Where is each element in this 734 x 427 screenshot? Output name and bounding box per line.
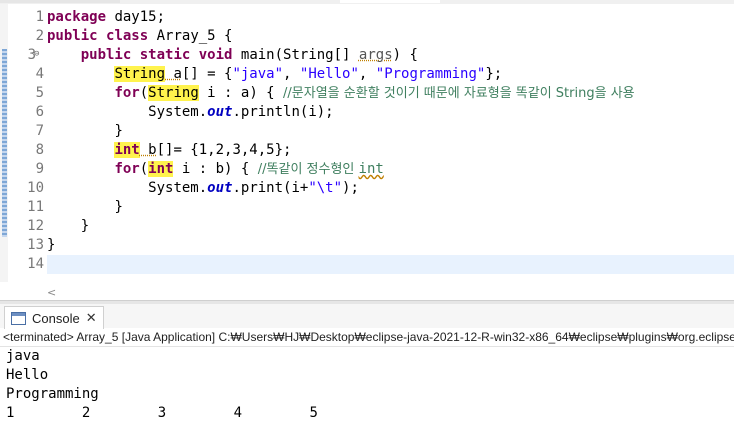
line-number: 11 bbox=[27, 199, 44, 215]
code-area[interactable]: package day15; public class Array_5 { pu… bbox=[47, 4, 734, 282]
keyword: for bbox=[114, 161, 140, 177]
code-line-8[interactable]: int b[]= {1,2,3,4,5}; bbox=[47, 141, 291, 160]
code-text: i : a) { bbox=[198, 85, 284, 101]
console-icon bbox=[11, 311, 26, 325]
code-text: day15; bbox=[106, 9, 166, 25]
line-number: 9 bbox=[35, 161, 44, 177]
console-output-line: Programming bbox=[6, 386, 99, 402]
tab-console[interactable]: Console ✕ bbox=[4, 306, 104, 329]
string-literal: "Hello" bbox=[299, 66, 359, 82]
code-text: , bbox=[358, 66, 376, 82]
keyword: package bbox=[47, 9, 107, 25]
code-line-11[interactable]: } bbox=[47, 198, 123, 217]
line-number: 6 bbox=[35, 104, 44, 120]
line-number: 4 bbox=[35, 66, 44, 82]
line-number: 7 bbox=[35, 123, 44, 139]
code-line-2[interactable]: public class Array_5 { bbox=[47, 27, 232, 46]
code-text: } bbox=[80, 218, 90, 234]
spelling-warning: int bbox=[358, 161, 384, 177]
code-line-3[interactable]: public static void main(String[] args) { bbox=[47, 46, 418, 65]
console-output-line: Hello bbox=[6, 367, 49, 383]
console-tab-label: Console bbox=[32, 310, 80, 326]
code-line-4[interactable]: String a[] = {"java", "Hello", "Programm… bbox=[47, 65, 502, 84]
console-output-line: 1 2 3 4 5 bbox=[6, 405, 318, 421]
code-line-13[interactable]: } bbox=[47, 236, 55, 255]
comment: //똑같이 정수형인 bbox=[257, 162, 359, 177]
type-occurrence-highlight: String bbox=[114, 66, 166, 82]
change-marker bbox=[2, 49, 7, 237]
line-number: 8 bbox=[35, 142, 44, 158]
line-number: 13 bbox=[27, 237, 44, 253]
type-occurrence-highlight: int bbox=[114, 142, 140, 158]
line-number: 10 bbox=[27, 180, 44, 196]
code-text: i : b) { bbox=[173, 161, 258, 177]
scroll-left-icon[interactable]: < bbox=[47, 286, 56, 299]
code-line-10[interactable]: System.out.print(i+"\t"); bbox=[47, 179, 359, 198]
line-number: 12 bbox=[27, 218, 44, 234]
horizontal-scrollbar[interactable]: < bbox=[47, 284, 734, 300]
variable: b bbox=[139, 142, 157, 158]
code-line-6[interactable]: System.out.println(i); bbox=[47, 103, 334, 122]
editor-tab-active[interactable] bbox=[340, 0, 440, 3]
code-line-5[interactable]: for(String i : a) { //문자열을 순환할 것이기 때문에 자… bbox=[47, 84, 635, 103]
code-text: []= {1,2,3,4,5}; bbox=[156, 142, 292, 158]
close-icon[interactable]: ✕ bbox=[86, 311, 97, 326]
line-number-gutter: 1 2 3 ⊖ 4 5 6 7 8 9 10 11 12 13 14 bbox=[8, 4, 46, 282]
code-text: }; bbox=[485, 66, 503, 82]
code-line-12[interactable]: } bbox=[47, 217, 89, 236]
code-text: System. bbox=[148, 104, 208, 120]
keyword: for bbox=[114, 85, 140, 101]
current-line-highlight bbox=[47, 255, 734, 274]
keyword: static bbox=[139, 47, 191, 63]
line-number: 14 bbox=[27, 256, 44, 272]
console-output-line: java bbox=[6, 348, 40, 364]
console-output[interactable]: java Hello Programming 1 2 3 4 5 bbox=[0, 347, 734, 427]
string-literal: "Programming" bbox=[375, 66, 486, 82]
variable: a bbox=[165, 66, 182, 82]
console-view-header: Console ✕ bbox=[0, 304, 734, 329]
code-text: System. bbox=[148, 180, 208, 196]
keyword: public bbox=[47, 28, 98, 44]
code-text: .println(i); bbox=[232, 104, 334, 120]
code-text: ( bbox=[139, 85, 149, 101]
editor-tab-1[interactable] bbox=[0, 0, 120, 3]
code-text: Array_5 { bbox=[148, 28, 233, 44]
parameter: args bbox=[358, 47, 393, 63]
change-ruler bbox=[0, 4, 8, 282]
code-text: ( bbox=[139, 161, 149, 177]
code-text: .print(i+ bbox=[232, 180, 309, 196]
line-number: 2 bbox=[35, 28, 44, 44]
code-line-9[interactable]: for(int i : b) { //똑같이 정수형인 int bbox=[47, 160, 384, 179]
keyword: public bbox=[80, 47, 132, 63]
string-literal: "java" bbox=[232, 66, 284, 82]
code-line-1[interactable]: package day15; bbox=[47, 8, 165, 27]
type-occurrence-highlight: String bbox=[148, 85, 199, 101]
comment: //문자열을 순환할 것이기 때문에 자료형을 똑같이 String을 사용 bbox=[283, 86, 635, 101]
line-number: 5 bbox=[35, 85, 44, 101]
string-literal: "\t" bbox=[308, 180, 343, 196]
type-occurrence-highlight: int bbox=[148, 161, 174, 177]
code-text: , bbox=[283, 66, 300, 82]
code-text: main(String[] bbox=[232, 47, 359, 63]
code-text: ) { bbox=[392, 47, 418, 63]
terminated-status: <terminated> Array_5 [Java Application] … bbox=[0, 328, 734, 347]
code-text: } bbox=[114, 123, 123, 139]
code-text: } bbox=[114, 199, 123, 215]
code-editor[interactable]: 1 2 3 ⊖ 4 5 6 7 8 9 10 11 12 13 14 packa… bbox=[0, 4, 734, 299]
keyword: class bbox=[106, 28, 149, 44]
code-text: [] = { bbox=[181, 66, 233, 82]
code-text: ); bbox=[342, 180, 359, 196]
fold-collapse-icon[interactable]: ⊖ bbox=[34, 45, 39, 64]
static-field: out bbox=[207, 180, 233, 196]
keyword: void bbox=[198, 47, 233, 63]
static-field: out bbox=[207, 104, 233, 120]
code-text: } bbox=[47, 237, 56, 253]
code-line-7[interactable]: } bbox=[47, 122, 123, 141]
line-number: 1 bbox=[35, 9, 44, 25]
